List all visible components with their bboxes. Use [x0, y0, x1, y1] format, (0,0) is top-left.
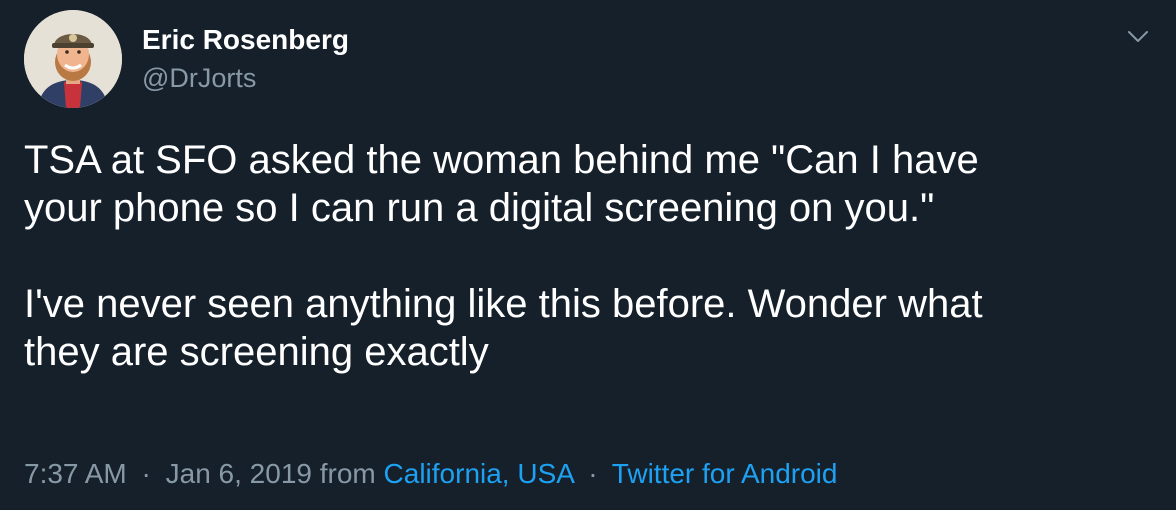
- source-link[interactable]: Twitter for Android: [612, 458, 838, 489]
- tweet-text: TSA at SFO asked the woman behind me "Ca…: [24, 136, 1144, 376]
- from-label: from: [319, 458, 376, 489]
- tweet-card: Eric Rosenberg @DrJorts TSA at SFO asked…: [0, 0, 1176, 510]
- location-link[interactable]: California, USA: [384, 458, 574, 489]
- author-handle[interactable]: @DrJorts: [142, 63, 256, 94]
- tweet-metadata: 7:37 AM · Jan 6, 2019 from California, U…: [24, 458, 837, 490]
- tweet-paragraph: TSA at SFO asked the woman behind me "Ca…: [24, 138, 979, 230]
- chevron-down-icon[interactable]: [1126, 24, 1150, 48]
- tweet-paragraph: I've never seen anything like this befor…: [24, 282, 983, 374]
- tweet-date[interactable]: Jan 6, 2019: [166, 458, 312, 489]
- author-display-name[interactable]: Eric Rosenberg: [142, 24, 349, 56]
- tweet-time[interactable]: 7:37 AM: [24, 458, 127, 489]
- author-avatar[interactable]: [24, 10, 122, 108]
- avatar-illustration: [24, 10, 122, 108]
- separator-dot: ·: [588, 458, 598, 489]
- separator-dot: ·: [141, 458, 151, 489]
